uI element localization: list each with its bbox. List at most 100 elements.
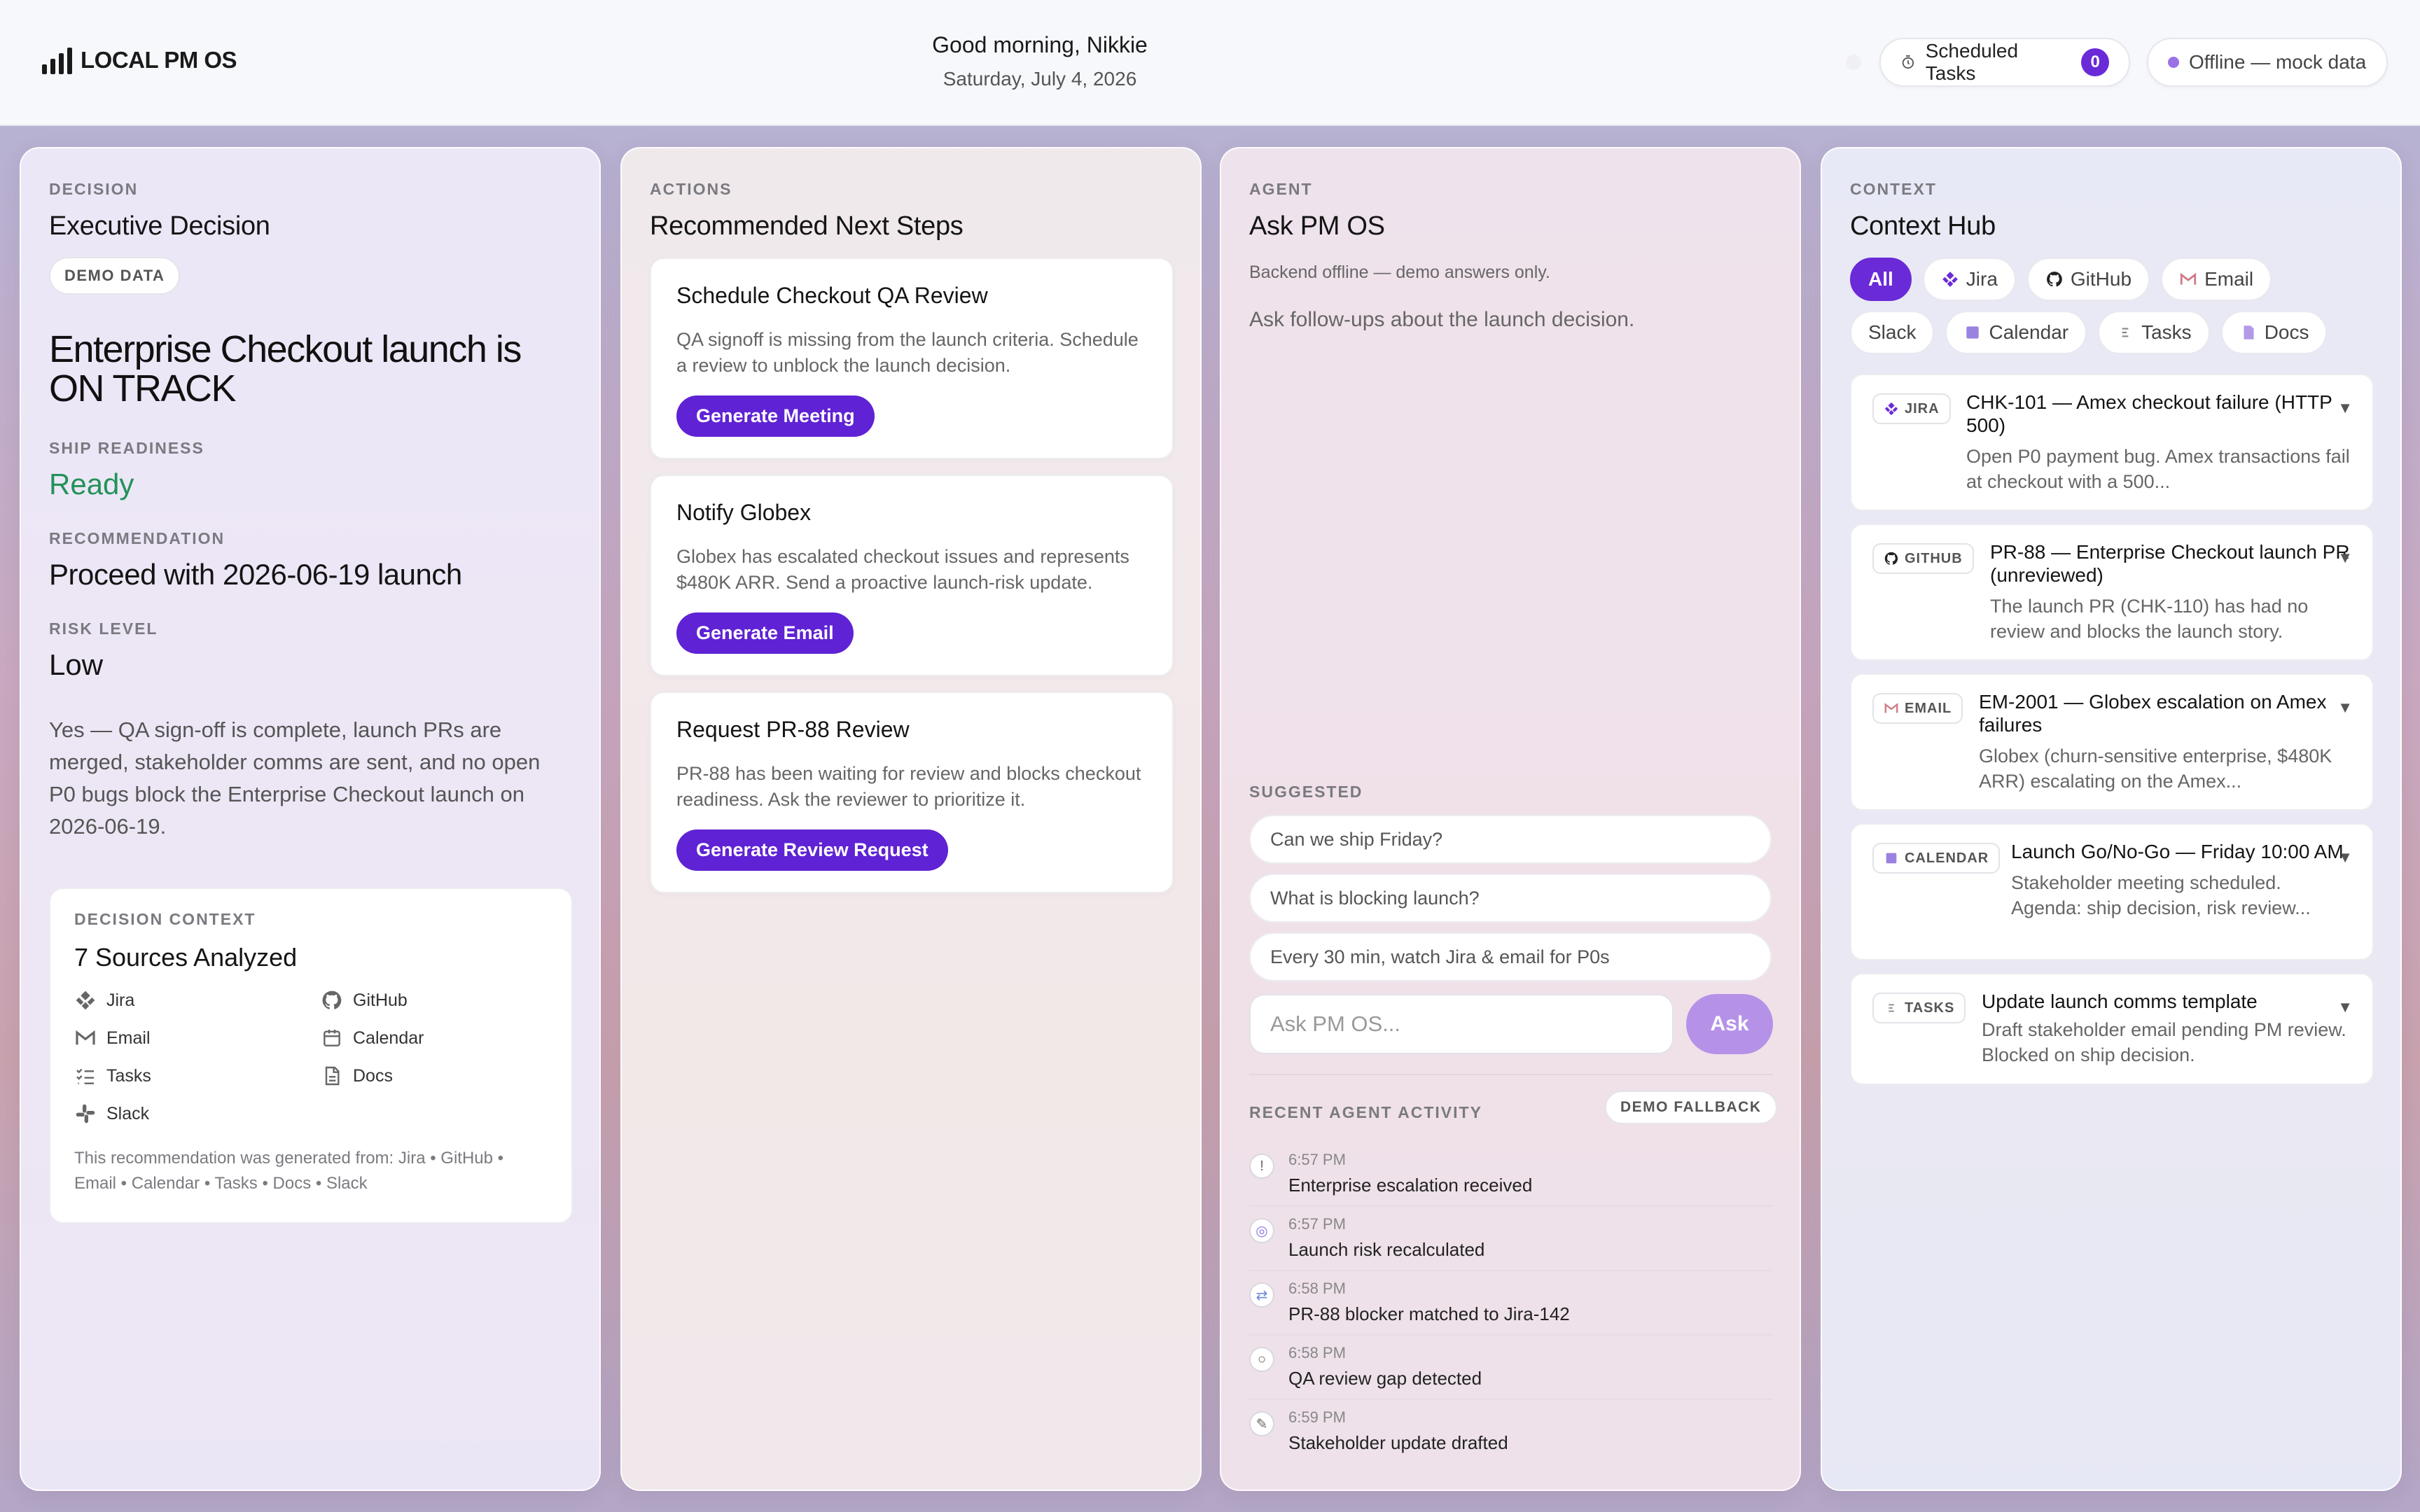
swap-icon: ⇄ [1249,1282,1274,1308]
context-item-title: PR-88 — Enterprise Checkout launch PR (u… [1990,541,2350,586]
filter-row: All Jira GitHub Email [1850,258,2272,301]
chevron-down-icon[interactable]: ▼ [2337,699,2353,717]
jira-icon [1942,272,1958,287]
decision-context-card: DECISION CONTEXT 7 Sources Analyzed Jira… [49,888,573,1224]
recommendation-label: RECOMMENDATION [49,529,225,547]
filter-row: Slack Calendar Tasks Docs [1850,311,2328,354]
calendar-icon [324,1030,340,1046]
generate-email-button[interactable]: Generate Email [676,612,854,654]
ask-hint: Ask follow-ups about the launch decision… [1249,308,1635,331]
email-icon [76,1030,95,1045]
filter-tasks[interactable]: Tasks [2098,311,2210,354]
email-icon [1884,703,1898,713]
context-item-body: Stakeholder meeting scheduled. Agenda: s… [2011,872,2311,918]
context-item[interactable]: EMAIL EM-2001 — Globex escalation on Ame… [1850,673,2374,811]
context-item[interactable]: JIRA CHK-101 — Amex checkout failure (HT… [1850,374,2374,511]
github-icon [322,990,342,1009]
activity-row: ! 6:57 PM Enterprise escalation received [1249,1142,1773,1207]
demo-fallback-badge: DEMO FALLBACK [1605,1091,1777,1124]
timer-icon [1902,55,1914,69]
decision-summary: Yes — QA sign-off is complete, launch PR… [49,718,541,839]
filter-docs[interactable]: Docs [2220,311,2328,354]
action-body: Globex has escalated checkout issues and… [676,546,1129,593]
filter-all[interactable]: All [1850,258,1912,301]
top-bar: LOCAL PM OS Good morning, Nikkie Saturda… [0,0,2420,126]
generate-review-request-button[interactable]: Generate Review Request [676,830,948,871]
generated-from-note: This recommendation was generated from: … [74,1149,504,1193]
context-item[interactable]: GITHUB PR-88 — Enterprise Checkout launc… [1850,524,2374,661]
filter-github[interactable]: GitHub [2026,258,2150,301]
agent-title: Ask PM OS [1249,211,1385,241]
logo[interactable]: LOCAL PM OS [42,46,237,74]
action-body: QA signoff is missing from the launch cr… [676,329,1139,376]
activity-text: Enterprise escalation received [1288,1175,1533,1196]
context-hub-panel: CONTEXT Context Hub All Jira GitHub Emai… [1821,147,2402,1491]
activity-time: 6:58 PM [1288,1344,1346,1362]
decision-headline: Enterprise Checkout launch is ON TRACK [49,328,522,410]
demo-data-badge: DEMO DATA [49,257,181,295]
actions-panel: ACTIONS Recommended Next Steps Schedule … [620,147,1202,1491]
activity-row: ⇄ 6:58 PM PR-88 blocker matched to Jira-… [1249,1271,1773,1336]
activity-text: PR-88 blocker matched to Jira-142 [1288,1303,1570,1324]
source-badge: TASKS [1872,993,1966,1023]
decision-title: Executive Decision [49,211,270,241]
filter-jira[interactable]: Jira [1922,258,2016,301]
activity-row: ◎ 6:57 PM Launch risk recalculated [1249,1207,1773,1271]
sources-analyzed-title: 7 Sources Analyzed [74,943,298,972]
activity-time: 6:57 PM [1288,1215,1346,1233]
activity-time: 6:58 PM [1288,1280,1346,1297]
action-card: Schedule Checkout QA Review QA signoff i… [650,258,1174,459]
source-badge: CALENDAR [1872,843,2001,874]
context-item-body: Globex (churn-sensitive enterprise, $480… [1979,746,2332,792]
suggestion-chip[interactable]: Can we ship Friday? [1249,815,1772,864]
ship-readiness-label: SHIP READINESS [49,439,204,457]
context-hub-title: Context Hub [1850,211,1996,241]
risk-level-label: RISK LEVEL [49,620,158,638]
greeting-date: Saturday, July 4, 2026 [943,68,1137,90]
chevron-down-icon[interactable]: ▼ [2337,998,2353,1016]
tasks-icon [76,1068,94,1084]
agent-kicker: AGENT [1249,180,1313,198]
greeting-title: Good morning, Nikkie [932,32,1148,57]
scheduled-tasks-label: Scheduled Tasks [1925,40,2019,84]
jira-icon [1884,402,1898,416]
activity-row: ✎ 6:59 PM Stakeholder update drafted [1249,1400,1773,1464]
chevron-down-icon[interactable]: ▼ [2337,399,2353,417]
chevron-down-icon[interactable]: ▼ [2337,549,2353,567]
backend-offline-note: Backend offline — demo answers only. [1249,262,1550,282]
actions-kicker: ACTIONS [650,180,732,198]
tasks-icon [2122,328,2129,337]
recent-activity-label: RECENT AGENT ACTIVITY [1249,1103,1482,1121]
divider [1249,1074,1773,1075]
filter-email[interactable]: Email [2161,258,2272,301]
scheduled-tasks-button[interactable]: Scheduled Tasks 0 [1879,38,2130,87]
github-icon [1884,552,1898,565]
filter-slack[interactable]: Slack [1850,311,1935,354]
activity-time: 6:57 PM [1288,1151,1346,1168]
decision-context-label: DECISION CONTEXT [74,910,256,928]
activity-text: Launch risk recalculated [1288,1239,1485,1260]
context-item-body: The launch PR (CHK-110) has had no revie… [1990,596,2309,642]
activity-text: Stakeholder update drafted [1288,1432,1508,1453]
github-icon [2046,272,2062,287]
suggestion-chip[interactable]: What is blocking launch? [1249,874,1772,923]
source-jira: Jira [74,989,321,1011]
offline-status-pill[interactable]: Offline — mock data [2147,38,2388,87]
context-item-body: Open P0 payment bug. Amex transactions f… [1966,446,2350,492]
document-icon [325,1066,340,1086]
source-badge: JIRA [1872,393,1951,424]
context-item[interactable]: TASKS Update launch comms template Draft… [1850,973,2374,1085]
source-tasks: Tasks [74,1065,321,1087]
generate-meeting-button[interactable]: Generate Meeting [676,396,875,437]
action-body: PR-88 has been waiting for review and bl… [676,763,1141,810]
ask-button[interactable]: Ask [1686,994,1773,1054]
context-item[interactable]: CALENDAR Launch Go/No-Go — Friday 10:00 … [1850,823,2374,960]
decision-kicker: DECISION [49,180,139,198]
chevron-down-icon[interactable]: ▼ [2337,848,2353,867]
suggestion-chip[interactable]: Every 30 min, watch Jira & email for P0s [1249,932,1772,981]
filter-calendar[interactable]: Calendar [1945,311,2087,354]
document-icon [2244,326,2254,340]
pencil-icon: ✎ [1249,1411,1274,1436]
ask-input[interactable]: Ask PM OS... [1249,994,1674,1054]
agent-panel: AGENT Ask PM OS Backend offline — demo a… [1220,147,1801,1491]
